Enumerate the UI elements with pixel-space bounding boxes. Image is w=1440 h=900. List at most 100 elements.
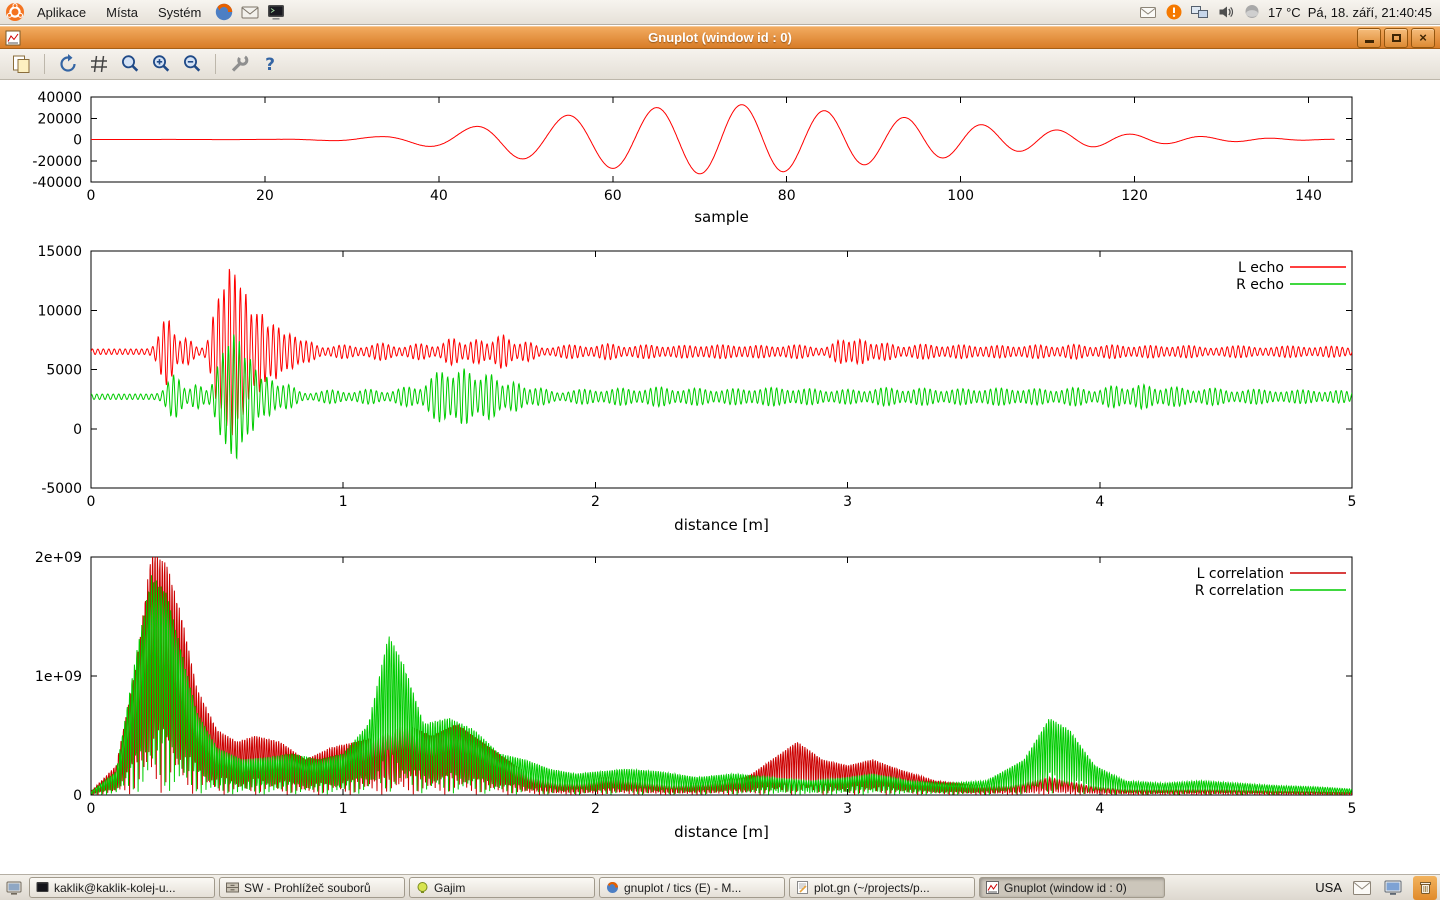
keyboard-layout-indicator[interactable]: USA xyxy=(1315,880,1342,895)
taskbar-window-text-editor[interactable]: plot.gn (~/projects/p... xyxy=(789,877,975,898)
series-signal xyxy=(91,105,1335,174)
x-tick-label: 60 xyxy=(604,188,622,204)
x-tick-label: 100 xyxy=(947,188,974,204)
temperature-label: 17 °C xyxy=(1268,5,1301,20)
gnome-taskbar: kaklik@kaklik-kolej-u... SW - Prohlížeč … xyxy=(0,874,1440,900)
titlebar[interactable]: Gnuplot (window id : 0) × xyxy=(0,26,1440,49)
y-tick-label: -40000 xyxy=(32,175,82,191)
email-launcher-icon[interactable] xyxy=(238,0,262,24)
menu-system[interactable]: Systém xyxy=(149,2,210,23)
toolbar-separator xyxy=(44,54,45,74)
chart-echo[interactable]: 0 1 2 3 4 5 -5000 0 5000 10000 15000 L echoR echo di… xyxy=(0,240,1440,545)
svg-text:?: ? xyxy=(265,55,275,75)
legend-label: R correlation xyxy=(1195,583,1284,599)
settings-button[interactable] xyxy=(226,51,252,77)
x-tick-label: 120 xyxy=(1121,188,1148,204)
x-tick-label: 0 xyxy=(87,494,96,510)
desktop-screen: Aplikace Místa Systém xyxy=(0,0,1440,900)
x-tick-label: 20 xyxy=(256,188,274,204)
y-tick-label: 0 xyxy=(73,422,82,438)
x-axis-label: distance [m] xyxy=(674,823,769,841)
panel-status-area: 17 °C Pá, 18. září, 21:40:45 xyxy=(1138,3,1436,22)
close-button[interactable]: × xyxy=(1411,28,1435,48)
weather-icon[interactable] xyxy=(1242,3,1261,22)
taskbar-window-gajim[interactable]: Gajim xyxy=(409,877,595,898)
x-tick-label: 80 xyxy=(778,188,796,204)
gnuplot-plot-area[interactable]: 020406080100120140-40000-200000200004000… xyxy=(0,80,1440,874)
x-tick-label: 0 xyxy=(87,801,96,817)
y-tick-label: 10000 xyxy=(37,303,82,319)
taskbar-window-label: Gajim xyxy=(434,881,465,895)
x-tick-label: 2 xyxy=(591,801,600,817)
copy-to-clipboard-button[interactable] xyxy=(8,51,34,77)
x-tick-label: 4 xyxy=(1095,801,1104,817)
show-desktop-button[interactable] xyxy=(3,877,25,899)
y-tick-label: 40000 xyxy=(37,90,82,106)
taskbar-window-label: Gnuplot (window id : 0) xyxy=(1004,881,1127,895)
x-tick-label: 1 xyxy=(339,801,348,817)
gnuplot-toolbar: ? xyxy=(0,49,1440,80)
legend-label: L echo xyxy=(1238,260,1284,276)
y-tick-label: -5000 xyxy=(41,481,82,497)
menu-places[interactable]: Místa xyxy=(97,2,147,23)
clock-label[interactable]: Pá, 18. září, 21:40:45 xyxy=(1308,5,1432,20)
ubuntu-menu-icon[interactable] xyxy=(4,1,26,23)
zoom-button[interactable] xyxy=(117,51,143,77)
replot-button[interactable] xyxy=(55,51,81,77)
y-tick-label: 5000 xyxy=(46,363,82,379)
taskbar-window-label: plot.gn (~/projects/p... xyxy=(814,881,930,895)
network-icon[interactable] xyxy=(1190,3,1209,22)
y-tick-label: -20000 xyxy=(32,154,82,170)
series-l-echo xyxy=(91,269,1352,435)
mail-notification-icon[interactable] xyxy=(1138,3,1157,22)
volume-icon[interactable] xyxy=(1216,3,1235,22)
gnome-top-panel: Aplikace Místa Systém xyxy=(0,0,1440,25)
display-tray-icon[interactable] xyxy=(1382,877,1404,899)
chart-sample-waveform[interactable]: 0 20 40 60 80 100 120 140 -40000 -20000 0 20000 4000… xyxy=(0,85,1440,240)
taskbar-window-file-manager[interactable]: SW - Prohlížeč souborů xyxy=(219,877,405,898)
x-tick-label: 2 xyxy=(591,494,600,510)
taskbar-window-label: kaklik@kaklik-kolej-u... xyxy=(54,881,176,895)
software-update-icon[interactable] xyxy=(1164,3,1183,22)
terminal-launcher-icon[interactable] xyxy=(264,0,288,24)
trash-applet[interactable] xyxy=(1413,876,1437,900)
x-tick-label: 4 xyxy=(1095,494,1104,510)
x-tick-label: 40 xyxy=(430,188,448,204)
minimize-button[interactable] xyxy=(1357,28,1381,48)
x-axis-label: distance [m] xyxy=(674,516,769,534)
taskbar-window-terminal[interactable]: kaklik@kaklik-kolej-u... xyxy=(29,877,215,898)
legend-label: R echo xyxy=(1236,277,1284,293)
mail-tray-icon[interactable] xyxy=(1351,877,1373,899)
series-r-correlation xyxy=(91,575,1352,795)
menu-applications[interactable]: Aplikace xyxy=(28,2,95,23)
maximize-button[interactable] xyxy=(1384,28,1408,48)
x-tick-label: 5 xyxy=(1348,494,1357,510)
x-tick-label: 3 xyxy=(843,494,852,510)
toggle-grid-button[interactable] xyxy=(86,51,112,77)
taskbar-tray: USA xyxy=(1315,876,1437,900)
y-tick-label: 2e+09 xyxy=(35,550,82,566)
taskbar-window-label: gnuplot / tics (E) - M... xyxy=(624,881,741,895)
taskbar-window-firefox[interactable]: gnuplot / tics (E) - M... xyxy=(599,877,785,898)
legend-label: L correlation xyxy=(1197,566,1284,582)
window-title: Gnuplot (window id : 0) xyxy=(0,30,1440,45)
y-tick-label: 0 xyxy=(73,788,82,804)
chart-correlation[interactable]: 0 1 2 3 4 5 0 1e+09 2e+09 L correlationR correlat… xyxy=(0,545,1440,860)
taskbar-window-label: SW - Prohlížeč souborů xyxy=(244,881,371,895)
x-tick-label: 0 xyxy=(87,188,96,204)
firefox-launcher-icon[interactable] xyxy=(212,0,236,24)
toolbar-separator xyxy=(215,54,216,74)
x-tick-label: 5 xyxy=(1348,801,1357,817)
taskbar-window-gnuplot[interactable]: Gnuplot (window id : 0) xyxy=(979,877,1165,898)
y-tick-label: 15000 xyxy=(37,244,82,260)
x-tick-label: 3 xyxy=(843,801,852,817)
gnuplot-window-icon xyxy=(5,29,23,47)
y-tick-label: 0 xyxy=(73,133,82,149)
zoom-in-button[interactable] xyxy=(148,51,174,77)
help-button[interactable]: ? xyxy=(257,51,283,77)
y-tick-label: 1e+09 xyxy=(35,669,82,685)
x-tick-label: 1 xyxy=(339,494,348,510)
x-tick-label: 140 xyxy=(1295,188,1322,204)
y-tick-label: 20000 xyxy=(37,111,82,127)
zoom-out-button[interactable] xyxy=(179,51,205,77)
